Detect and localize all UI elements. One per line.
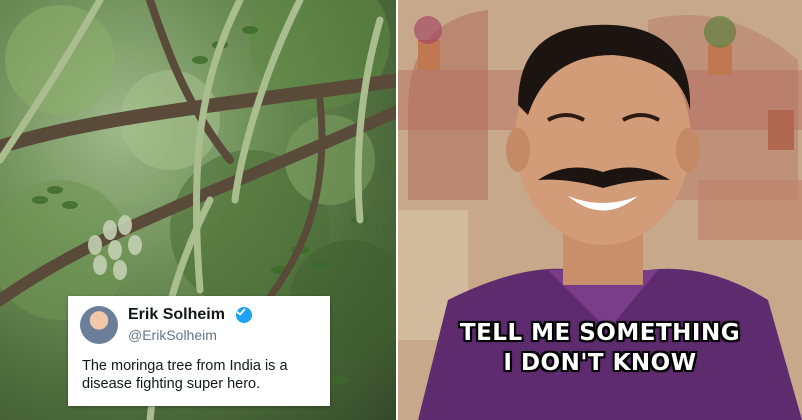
tweet-handle: @ErikSolheim: [128, 327, 217, 343]
caption-line-1: TELL ME SOMETHING: [459, 320, 741, 346]
caption-line-2: I DON'T KNOW: [503, 350, 697, 376]
meme-image: Erik Solheim @ErikSolheim The moringa tr…: [0, 0, 802, 420]
tweet-display-name: Erik Solheim: [128, 306, 225, 323]
tweet-card: Erik Solheim @ErikSolheim The moringa tr…: [68, 296, 330, 406]
avatar: [80, 306, 118, 344]
tweet-text: The moringa tree from India is a disease…: [82, 358, 288, 392]
meme-reaction-photo: TELL ME SOMETHING I DON'T KNOW: [398, 0, 802, 420]
verified-badge-icon: [236, 307, 252, 323]
meme-caption: TELL ME SOMETHING I DON'T KNOW: [398, 318, 802, 378]
moringa-tree-photo: Erik Solheim @ErikSolheim The moringa tr…: [0, 0, 398, 420]
